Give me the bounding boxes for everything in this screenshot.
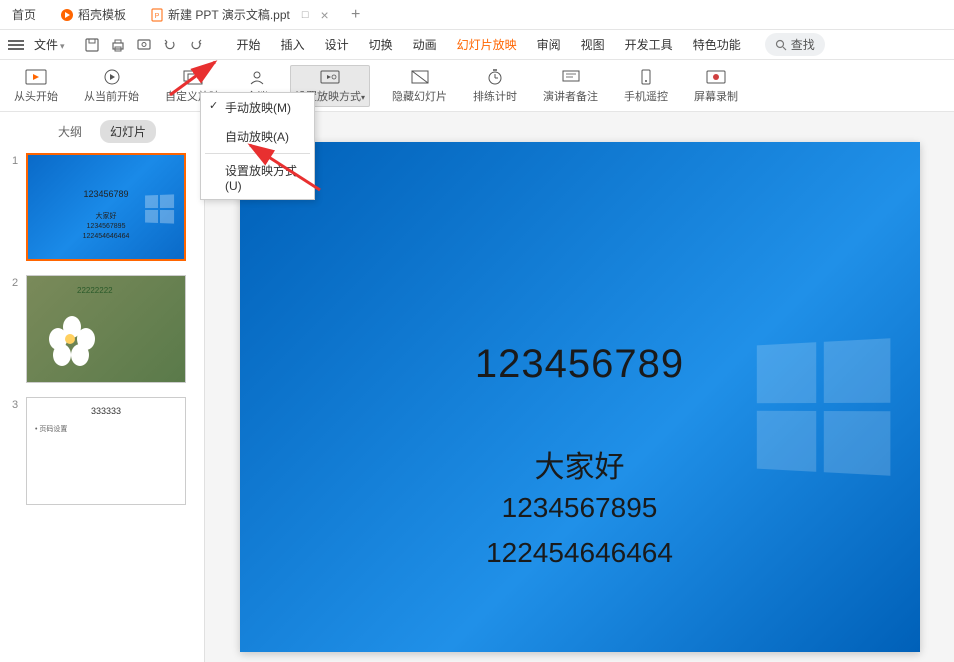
tab-template[interactable]: 稻壳模板 [48, 1, 138, 29]
ribbon-screen-record[interactable]: 屏幕录制 [690, 66, 742, 106]
slide-text-line-1[interactable]: 123456789 [240, 342, 920, 387]
tab-close-icon[interactable]: × [321, 7, 329, 23]
panel-tab-slides[interactable]: 幻灯片 [100, 120, 156, 143]
menu-tab-animation[interactable]: 动画 [403, 30, 447, 60]
save-icon[interactable] [83, 36, 101, 54]
menu-tab-start[interactable]: 开始 [227, 30, 271, 60]
ribbon-speaker-notes[interactable]: 演讲者备注 [539, 66, 602, 106]
dropdown-arrow-icon: ▾ [361, 93, 365, 102]
tab-restore-icon[interactable]: □ [302, 9, 309, 21]
ribbon-from-beginning[interactable]: 从头开始 [10, 66, 62, 106]
play-from-start-icon [25, 68, 47, 86]
slide-panel: 大纲 幻灯片 1 123456789 大家好 1234567895 122454… [0, 112, 205, 662]
ppt-file-icon: P [150, 8, 164, 22]
rehearse-icon [484, 68, 506, 86]
svg-text:P: P [155, 13, 160, 20]
search-label: 查找 [791, 36, 815, 53]
slide-text-line-2[interactable]: 大家好 [240, 442, 920, 486]
slide-thumb-1[interactable]: 1 123456789 大家好 1234567895 122454646464 [12, 153, 192, 261]
print-icon[interactable] [109, 36, 127, 54]
ribbon-from-current[interactable]: 从当前开始 [80, 66, 143, 106]
phone-remote-icon [635, 68, 657, 86]
panel-tabs: 大纲 幻灯片 [12, 120, 192, 143]
undo-icon[interactable] [161, 36, 179, 54]
content-area: 大纲 幻灯片 1 123456789 大家好 1234567895 122454… [0, 112, 954, 662]
search-icon [775, 39, 787, 51]
speaker-notes-icon [560, 68, 582, 86]
hamburger-icon[interactable] [8, 40, 24, 50]
custom-show-icon [182, 68, 204, 86]
tab-add-button[interactable]: + [341, 6, 371, 24]
menu-tab-features[interactable]: 特色功能 [683, 30, 751, 60]
menu-tab-slideshow[interactable]: 幻灯片放映 [447, 30, 527, 60]
menu-tab-transition[interactable]: 切换 [359, 30, 403, 60]
quick-access-toolbar [83, 36, 205, 54]
screen-record-icon [705, 68, 727, 86]
tab-home[interactable]: 首页 [0, 1, 48, 29]
setup-show-dropdown: 手动放映(M) 自动放映(A) 设置放映方式(U) [200, 92, 315, 200]
setup-show-icon [319, 68, 341, 86]
slide-editor-area[interactable]: 123456789 大家好 1234567895 122454646464 [205, 112, 954, 662]
hide-slide-icon [409, 68, 431, 86]
ribbon-phone-remote[interactable]: 手机遥控 [620, 66, 672, 106]
tab-document-label: 新建 PPT 演示文稿.ppt [168, 6, 290, 23]
slide-thumb-1-canvas: 123456789 大家好 1234567895 122454646464 [26, 153, 186, 261]
menu-tab-review[interactable]: 审阅 [527, 30, 571, 60]
play-current-icon [101, 68, 123, 86]
template-icon [60, 8, 74, 22]
redo-icon[interactable] [187, 36, 205, 54]
tab-home-label: 首页 [12, 6, 36, 23]
slide-thumb-3[interactable]: 3 333333 • 页码设置 [12, 397, 192, 505]
dropdown-manual-show[interactable]: 手动放映(M) [201, 93, 314, 122]
slide-text-line-3[interactable]: 1234567895 [240, 492, 920, 524]
dropdown-auto-show[interactable]: 自动放映(A) [201, 122, 314, 151]
document-tabs-bar: 首页 稻壳模板 P 新建 PPT 演示文稿.ppt □ × + [0, 0, 954, 30]
menu-tab-insert[interactable]: 插入 [271, 30, 315, 60]
menu-tab-design[interactable]: 设计 [315, 30, 359, 60]
slide-thumb-3-canvas: 333333 • 页码设置 [26, 397, 186, 505]
menu-bar: 文件 开始 插入 设计 切换 动画 幻灯片放映 审阅 视图 开发工具 特色功能 … [0, 30, 954, 60]
slide-text-line-4[interactable]: 122454646464 [240, 537, 920, 569]
ribbon-hide-slide[interactable]: 隐藏幻灯片 [388, 66, 451, 106]
dropdown-setup-show-settings[interactable]: 设置放映方式(U) [201, 156, 314, 199]
slide-thumb-2[interactable]: 2 22222222 [12, 275, 192, 383]
tab-document[interactable]: P 新建 PPT 演示文稿.ppt □ × [138, 1, 341, 29]
menu-left-group: 文件 [8, 36, 205, 54]
main-slide-canvas[interactable]: 123456789 大家好 1234567895 122454646464 [240, 142, 920, 652]
preview-icon[interactable] [135, 36, 153, 54]
slide-thumb-2-canvas: 22222222 [26, 275, 186, 383]
search-button[interactable]: 查找 [765, 33, 825, 56]
file-menu[interactable]: 文件 [28, 36, 71, 53]
ribbon-rehearse[interactable]: 排练计时 [469, 66, 521, 106]
tab-template-label: 稻壳模板 [78, 6, 126, 23]
ribbon-slideshow: 从头开始 从当前开始 自定义放映 会议 设置放映方式▾ 隐藏幻灯片 排练计时 演… [0, 60, 954, 112]
meeting-icon [246, 68, 268, 86]
menu-tabs: 开始 插入 设计 切换 动画 幻灯片放映 审阅 视图 开发工具 特色功能 [227, 30, 751, 60]
panel-tab-outline[interactable]: 大纲 [48, 120, 92, 143]
menu-tab-devtools[interactable]: 开发工具 [615, 30, 683, 60]
dropdown-separator [205, 153, 310, 154]
menu-tab-view[interactable]: 视图 [571, 30, 615, 60]
